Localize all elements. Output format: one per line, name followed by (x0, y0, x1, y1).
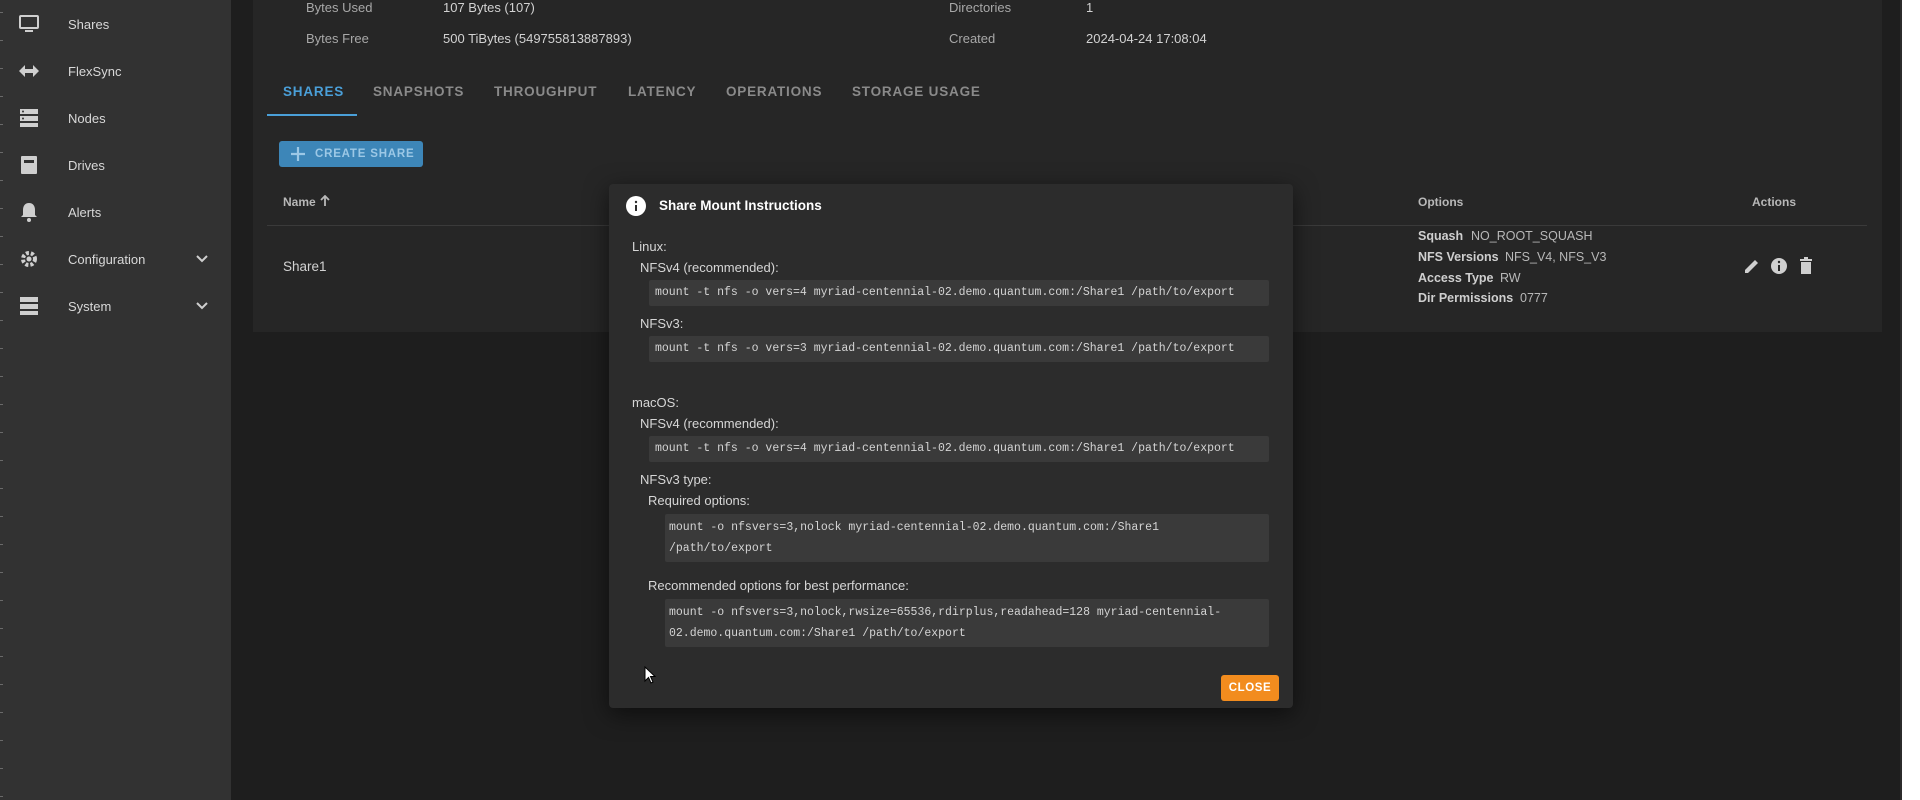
sidebar-item-flexsync[interactable]: FlexSync (0, 51, 231, 91)
required-options-command[interactable]: mount -o nfsvers=3,nolock myriad-centenn… (665, 514, 1269, 562)
linux-nfsv3-command[interactable]: mount -t nfs -o vers=3 myriad-centennial… (649, 336, 1269, 362)
mount-instructions-dialog: Share Mount Instructions Linux: NFSv4 (r… (609, 184, 1293, 708)
option-label: Dir Permissions (1418, 291, 1514, 305)
create-share-label: CREATE SHARE (315, 148, 415, 160)
option-label: Access Type (1418, 271, 1494, 285)
macos-nfsv4-heading: NFSv4 (recommended): (640, 416, 779, 431)
directories-label: Directories (949, 0, 1012, 15)
sidebar-item-shares[interactable]: Shares (0, 4, 231, 44)
monitor-icon (18, 13, 40, 35)
tab-shares[interactable]: SHARES (283, 84, 344, 114)
sidebar-item-alerts[interactable]: Alerts (0, 192, 231, 232)
recommended-options-heading: Recommended options for best performance… (648, 578, 909, 593)
plus-icon (289, 145, 307, 163)
created-label: Created (949, 31, 996, 46)
stack-icon (18, 295, 40, 317)
linux-nfsv4-heading: NFSv4 (recommended): (640, 260, 779, 275)
share-name-cell: Share1 (283, 259, 327, 274)
sidebar-item-label: Drives (68, 157, 105, 173)
sidebar: Shares FlexSync Nodes Drives Alerts Conf… (0, 0, 231, 800)
option-label: NFS Versions (1418, 250, 1499, 264)
tab-throughput[interactable]: THROUGHPUT (494, 84, 597, 114)
sidebar-item-nodes[interactable]: Nodes (0, 98, 231, 138)
linux-heading: Linux: (632, 239, 667, 254)
directories-value: 1 (1086, 0, 1094, 15)
option-value: NO_ROOT_SQUASH (1471, 229, 1593, 243)
tab-snapshots[interactable]: SNAPSHOTS (373, 84, 464, 114)
sidebar-item-system[interactable]: System (0, 286, 231, 326)
linux-nfsv3-heading: NFSv3: (640, 316, 684, 331)
macos-nfsv4-command[interactable]: mount -t nfs -o vers=4 myriad-centennial… (649, 436, 1269, 462)
chevron-down-icon (195, 299, 209, 313)
chevron-down-icon (195, 252, 209, 266)
sidebar-item-drives[interactable]: Drives (0, 145, 231, 185)
sidebar-item-configuration[interactable]: Configuration (0, 239, 231, 279)
sidebar-item-label: Nodes (68, 110, 106, 126)
sidebar-item-label: Configuration (68, 251, 146, 267)
column-header-actions: Actions (1752, 195, 1797, 209)
tab-storage-usage[interactable]: STORAGE USAGE (852, 84, 981, 114)
close-button[interactable]: CLOSE (1221, 675, 1279, 701)
gear-icon (18, 248, 40, 270)
linux-nfsv4-command[interactable]: mount -t nfs -o vers=4 myriad-centennial… (649, 280, 1269, 306)
server-icon (18, 107, 40, 129)
column-header-options: Options (1418, 195, 1464, 209)
column-header-name[interactable]: Name (283, 194, 331, 209)
bytes-free-value: 500 TiBytes (549755813887893) (443, 31, 632, 46)
created-value: 2024-04-24 17:08:04 (1086, 31, 1207, 46)
bytes-used-value: 107 Bytes (107) (443, 0, 535, 15)
bytes-used-label: Bytes Used (306, 0, 373, 15)
create-share-button[interactable]: CREATE SHARE (279, 141, 423, 167)
sidebar-item-label: FlexSync (68, 63, 122, 79)
tab-latency[interactable]: LATENCY (628, 84, 696, 114)
column-header-label: Name (283, 195, 316, 209)
info-icon[interactable] (1769, 256, 1789, 276)
sidebar-item-label: System (68, 298, 112, 314)
dialog-title: Share Mount Instructions (659, 198, 822, 213)
mouse-pointer-icon (644, 665, 658, 686)
sidebar-item-label: Alerts (68, 204, 102, 220)
option-value: NFS_V4, NFS_V3 (1505, 250, 1607, 264)
active-tab-indicator (267, 114, 357, 116)
required-options-heading: Required options: (648, 493, 750, 508)
sort-ascending-icon (320, 194, 330, 206)
macos-heading: macOS: (632, 395, 679, 410)
option-value: 0777 (1520, 291, 1548, 305)
window-border (1900, 0, 1902, 800)
tab-operations[interactable]: OPERATIONS (726, 84, 822, 114)
edit-icon[interactable] (1742, 256, 1762, 276)
arrows-horizontal-icon (18, 60, 40, 82)
window-edge-right (1900, 0, 1920, 800)
option-value: RW (1500, 271, 1521, 285)
info-icon (626, 196, 646, 216)
bytes-free-label: Bytes Free (306, 31, 369, 46)
delete-icon[interactable] (1796, 256, 1816, 276)
drive-icon (18, 154, 40, 176)
macos-nfsv3-heading: NFSv3 type: (640, 472, 712, 487)
bell-icon (18, 201, 40, 223)
window-edge (0, 0, 3, 800)
sidebar-item-label: Shares (68, 16, 110, 32)
option-label: Squash (1418, 229, 1464, 243)
recommended-options-command[interactable]: mount -o nfsvers=3,nolock,rwsize=65536,r… (665, 599, 1269, 647)
